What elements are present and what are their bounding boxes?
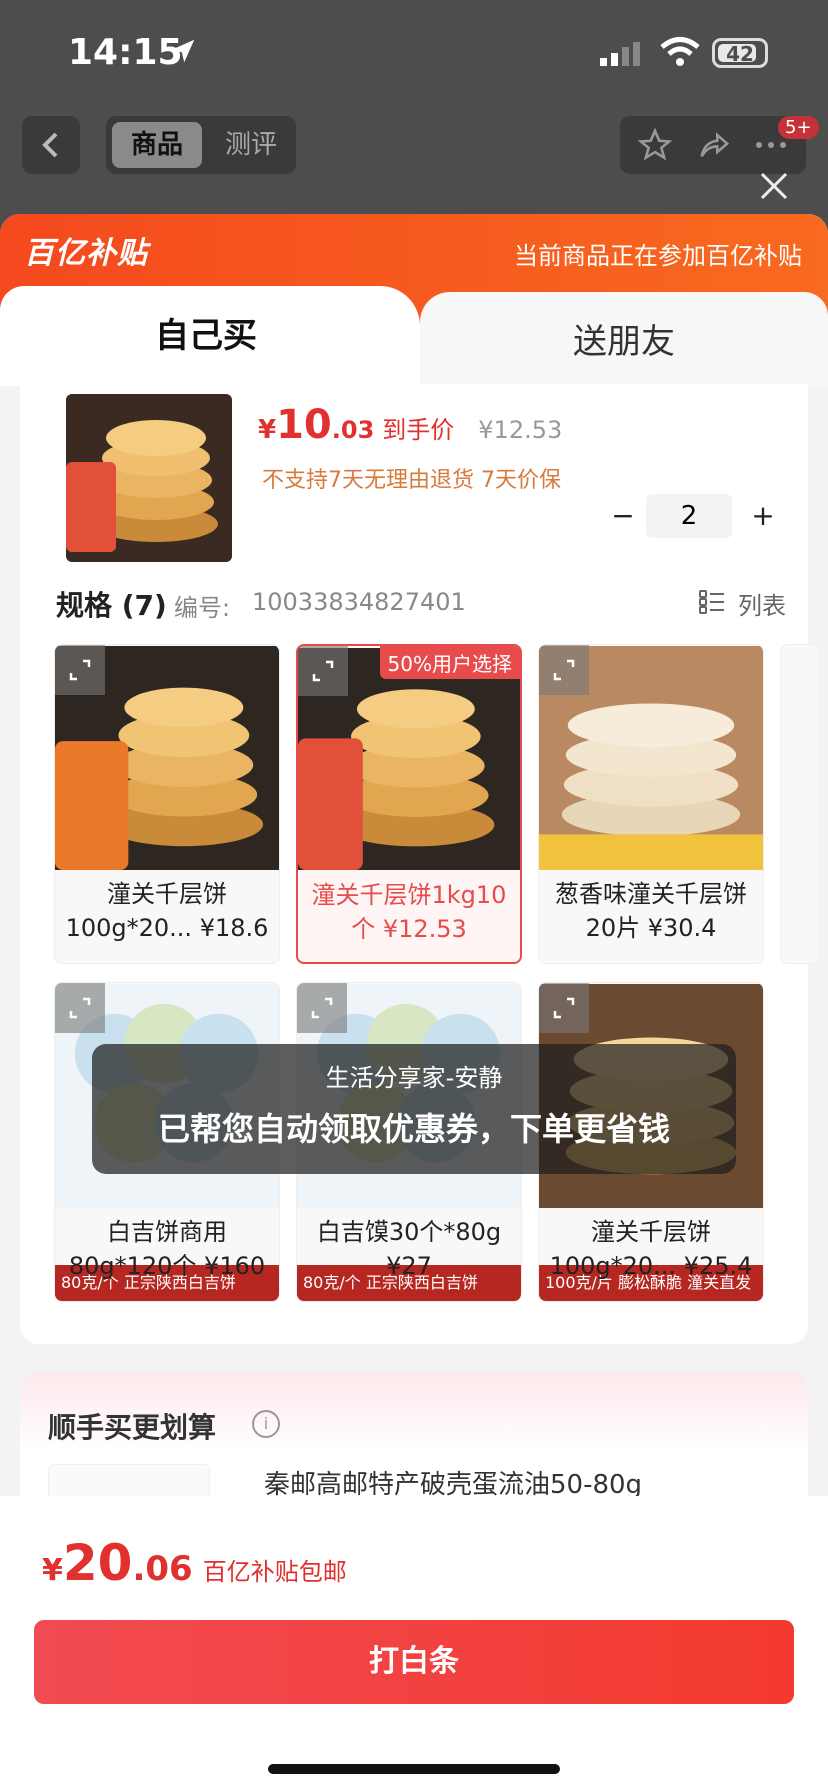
unit-price: ¥10.03 到手价 ¥12.53	[258, 402, 563, 448]
variant-title: 葱香味潼关千层饼20片 ¥30.4	[555, 880, 747, 942]
spec-title: 规格 (7)	[56, 589, 167, 622]
buy-mode-tabs: 送朋友 自己买	[0, 286, 828, 386]
total-price: ¥20.06 百亿补贴包邮	[42, 1534, 347, 1592]
expand-icon[interactable]	[298, 646, 348, 696]
spec-header: 规格 (7) 编号: 10033834827401 列表	[56, 584, 796, 628]
more-icon[interactable]	[754, 138, 788, 152]
cellular-signal-icon	[600, 42, 640, 66]
variant-title: 潼关千层饼100g*20... ¥18.6	[65, 880, 269, 942]
tab-goods[interactable]: 商品	[112, 122, 202, 168]
variant-title: 白吉饼商用80g*120个 ¥160	[68, 1218, 266, 1280]
pay-later-button[interactable]: 打白条	[34, 1620, 794, 1704]
variant-option[interactable]: 潼关千层饼100g*20... ¥18.6	[54, 644, 280, 964]
return-policy: 不支持7天无理由退货 7天价保	[262, 468, 561, 493]
coupon-toast: 生活分享家-安静 已帮您自动领取优惠券，下单更省钱	[92, 1044, 736, 1174]
variant-title: 潼关千层饼1kg10个 ¥12.53	[311, 881, 507, 943]
shipping-note: 百亿补贴包邮	[202, 1558, 347, 1586]
product-thumbnail	[66, 394, 232, 562]
toast-message: 已帮您自动领取优惠券，下单更省钱	[157, 1110, 670, 1148]
variant-title: 潼关千层饼100g*20... ¥25.4	[549, 1218, 753, 1280]
nav-tabs: 商品 测评	[106, 116, 296, 174]
wifi-icon	[660, 37, 700, 66]
tab-send-friend-label: 送朋友	[573, 322, 675, 362]
variant-title: 白吉馍30个*80g ¥27	[316, 1218, 502, 1280]
location-arrow-icon	[171, 39, 195, 63]
list-view-toggle[interactable]: 列表	[699, 586, 786, 621]
list-view-label: 列表	[738, 592, 786, 620]
quantity-input[interactable]: 2	[646, 494, 732, 538]
tab-review[interactable]: 测评	[216, 122, 286, 168]
status-time: 14:15	[68, 32, 183, 73]
star-icon[interactable]	[638, 128, 672, 162]
list-icon	[699, 590, 724, 614]
message-badge: 5+	[778, 116, 819, 139]
home-indicator	[268, 1764, 560, 1774]
expand-icon[interactable]	[539, 983, 589, 1033]
toast-subtitle: 生活分享家-安静	[325, 1064, 503, 1092]
battery-icon: 42	[712, 38, 768, 68]
tab-buy-self-label: 自己买	[155, 316, 257, 356]
expand-icon[interactable]	[297, 983, 347, 1033]
background-page: 14:15 42 商品 测评 5+	[0, 0, 828, 230]
quantity-plus-button[interactable]: +	[748, 494, 778, 538]
tab-send-friend[interactable]: 送朋友	[420, 292, 828, 386]
tab-buy-self[interactable]: 自己买	[0, 286, 420, 386]
popular-badge: 50%用户选择	[379, 646, 520, 679]
bundle-title: 顺手买更划算	[48, 1411, 217, 1444]
quantity-stepper: − 2 +	[604, 494, 784, 538]
checkout-footer: ¥20.06 百亿补贴包邮 打白条	[0, 1496, 828, 1792]
promo-logo: 百亿补贴	[24, 236, 148, 271]
info-icon[interactable]: i	[252, 1410, 280, 1438]
original-price: ¥12.53	[478, 416, 563, 444]
back-button[interactable]	[22, 116, 80, 174]
promo-notice: 当前商品正在参加百亿补贴	[514, 242, 802, 270]
quantity-minus-button[interactable]: −	[608, 494, 638, 538]
product-card: ¥10.03 到手价 ¥12.53 不支持7天无理由退货 7天价保 − 2 + 规格…	[20, 384, 820, 1344]
expand-icon[interactable]	[55, 645, 105, 695]
close-icon[interactable]	[752, 164, 796, 208]
spec-code: 10033834827401	[252, 588, 466, 616]
chevron-left-icon	[42, 132, 58, 158]
battery-level: 42	[726, 42, 754, 66]
variant-option-partial[interactable]	[780, 644, 820, 964]
spec-code-label: 编号:	[174, 594, 231, 622]
status-bar: 14:15 42	[0, 0, 828, 110]
share-icon[interactable]	[696, 128, 730, 162]
expand-icon[interactable]	[539, 645, 589, 695]
expand-icon[interactable]	[55, 983, 105, 1033]
variant-option[interactable]: 葱香味潼关千层饼20片 ¥30.4	[538, 644, 764, 964]
variant-option-selected[interactable]: 50%用户选择 潼关千层饼1kg10个 ¥12.53	[296, 644, 522, 964]
